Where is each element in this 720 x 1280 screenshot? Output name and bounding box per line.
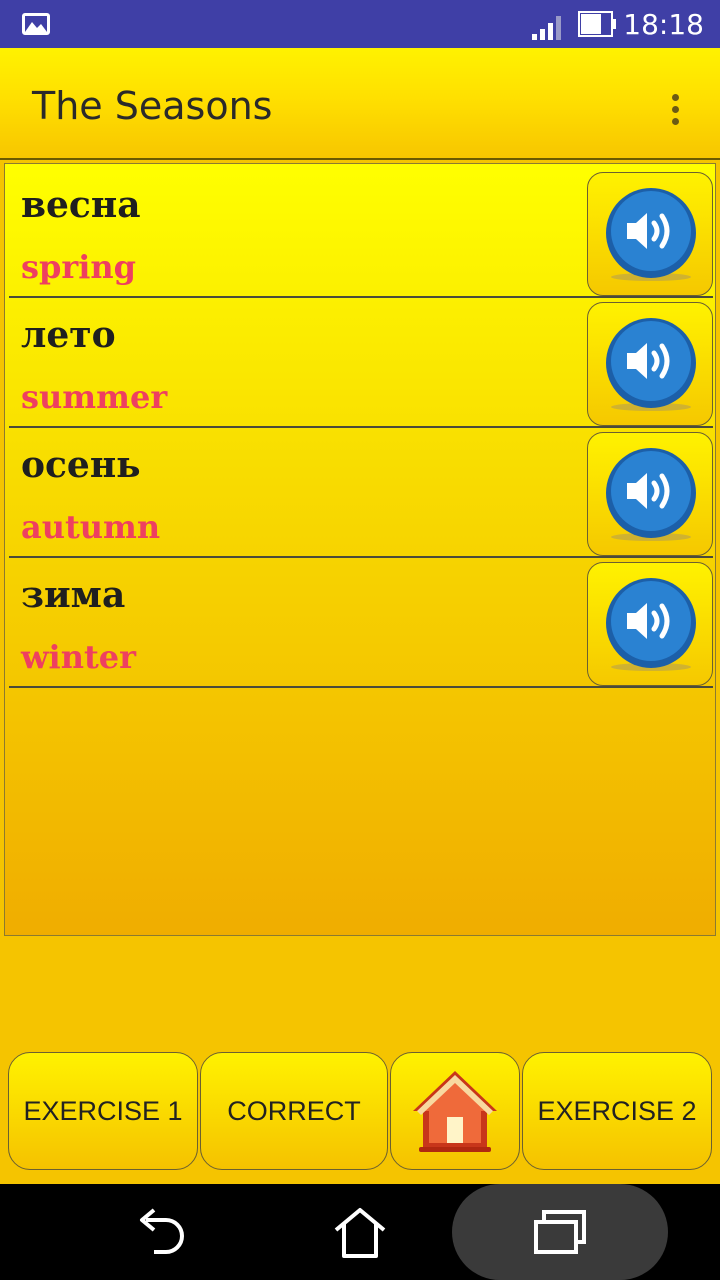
play-sound-button[interactable] (587, 172, 713, 296)
battery-icon (578, 11, 616, 37)
gallery-notification-icon (22, 13, 50, 35)
status-bar: 18:18 (0, 0, 720, 48)
row-divider (9, 686, 713, 688)
word-row: лето summer (9, 298, 713, 428)
russian-word: лето (21, 314, 116, 356)
overflow-menu-icon[interactable] (664, 88, 688, 128)
recents-icon[interactable] (530, 1208, 590, 1258)
home-icon (413, 1071, 497, 1152)
navigation-bar (0, 1184, 720, 1280)
status-time: 18:18 (623, 8, 704, 41)
home-button[interactable] (390, 1052, 520, 1170)
english-translation: winter (21, 638, 136, 676)
word-row: весна spring (9, 168, 713, 298)
english-translation: autumn (21, 508, 161, 546)
play-sound-button[interactable] (587, 432, 713, 556)
home-icon[interactable] (332, 1204, 388, 1260)
speaker-icon (606, 188, 696, 281)
word-list-panel: весна spring лето summer осень autumn зи… (4, 163, 716, 936)
russian-word: зима (21, 574, 126, 616)
russian-word: осень (21, 444, 141, 486)
exercise-1-button[interactable]: EXERCISE 1 (8, 1052, 198, 1170)
speaker-icon (606, 578, 696, 671)
play-sound-button[interactable] (587, 562, 713, 686)
english-translation: summer (21, 378, 168, 416)
speaker-icon (606, 318, 696, 411)
english-translation: spring (21, 248, 137, 286)
exercise-2-button[interactable]: EXERCISE 2 (522, 1052, 712, 1170)
russian-word: весна (21, 184, 141, 226)
correct-button[interactable]: CORRECT (200, 1052, 388, 1170)
page-title: The Seasons (32, 84, 273, 128)
bottom-button-bar: EXERCISE 1 CORRECT EXERCISE 2 (0, 1052, 720, 1172)
back-icon[interactable] (132, 1206, 188, 1258)
speaker-icon (606, 448, 696, 541)
word-row: осень autumn (9, 428, 713, 558)
signal-icon (532, 16, 561, 40)
word-row: зима winter (9, 558, 713, 688)
play-sound-button[interactable] (587, 302, 713, 426)
app-bar: The Seasons (0, 48, 720, 160)
